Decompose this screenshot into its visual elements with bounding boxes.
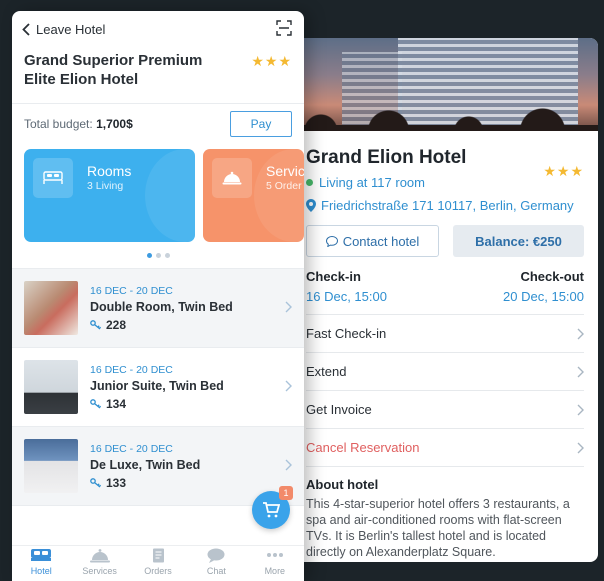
rooms-card[interactable]: Rooms 3 Living — [24, 149, 195, 242]
cart-icon — [262, 502, 280, 518]
category-carousel[interactable]: Rooms 3 Living Servic 5 Order — [12, 149, 304, 242]
checkin-value: 16 Dec, 15:00 — [306, 289, 387, 304]
chevron-right-icon — [577, 366, 584, 378]
hotel-hero-image — [290, 38, 598, 131]
chat-bubble-icon — [205, 548, 227, 563]
document-icon — [147, 548, 169, 563]
hotel-overview-panel: Leave Hotel Grand Superior Premium Elite… — [12, 11, 304, 581]
chevron-right-icon — [577, 404, 584, 416]
chevron-right-icon — [577, 442, 584, 454]
room-thumbnail — [24, 439, 78, 493]
total-budget: Total budget: 1,700$ — [24, 117, 133, 131]
leave-hotel-button[interactable]: Leave Hotel — [22, 22, 105, 37]
leave-hotel-label: Leave Hotel — [36, 21, 106, 37]
booking-dates: 16 DEC - 20 DEC — [90, 442, 173, 455]
hotel-title: Grand Superior Premium Elite Elion Hotel — [24, 52, 203, 88]
get-invoice-label: Get Invoice — [306, 402, 372, 417]
services-card[interactable]: Servic 5 Order — [203, 149, 304, 242]
cancel-reservation-item[interactable]: Cancel Reservation — [306, 429, 584, 467]
room-key-number: 134 — [106, 396, 127, 411]
total-budget-value: 1,700$ — [96, 117, 133, 131]
booking-row[interactable]: 16 DEC - 20 DEC Double Room, Twin Bed 22… — [12, 269, 304, 348]
bottom-tab-bar: Hotel Services Orders Chat More — [12, 545, 304, 581]
room-thumbnail — [24, 281, 78, 335]
hotel-detail-stars: ★★★ — [543, 163, 584, 179]
tab-hotel[interactable]: Hotel — [12, 546, 70, 581]
tab-hotel-label: Hotel — [30, 566, 52, 576]
carousel-pager[interactable] — [12, 242, 304, 268]
booking-room-name: Double Room, Twin Bed — [90, 299, 233, 314]
balance-button[interactable]: Balance: €250 — [453, 225, 584, 257]
checkin-label: Check-in — [306, 269, 361, 284]
cart-button[interactable]: 1 — [252, 486, 293, 529]
cloche-icon — [89, 548, 111, 563]
pager-dot[interactable] — [164, 252, 170, 258]
booking-list: 16 DEC - 20 DEC Double Room, Twin Bed 22… — [12, 268, 304, 506]
room-thumbnail — [24, 360, 78, 414]
hotel-detail-title: Grand Elion Hotel — [306, 147, 467, 168]
hotel-address[interactable]: Friedrichstraße 171 10117, Berlin, Germa… — [306, 198, 584, 213]
tab-more[interactable]: More — [246, 546, 304, 581]
total-budget-label: Total budget: — [24, 117, 93, 131]
pay-button[interactable]: Pay — [230, 111, 292, 137]
contact-hotel-label: Contact hotel — [342, 233, 420, 249]
status-dot-icon — [306, 179, 313, 186]
tab-chat-label: Chat — [206, 566, 226, 576]
fast-checkin-label: Fast Check-in — [306, 326, 387, 341]
cancel-reservation-label: Cancel Reservation — [306, 440, 420, 455]
chevron-left-icon — [22, 22, 30, 36]
chevron-right-icon — [285, 379, 292, 397]
hotel-address-text: Friedrichstraße 171 10117, Berlin, Germa… — [321, 198, 574, 213]
tab-services-label: Services — [82, 566, 117, 576]
room-key: 133 — [90, 476, 200, 490]
chat-bubble-icon — [325, 235, 338, 247]
room-key: 228 — [90, 318, 233, 332]
chevron-right-icon — [285, 300, 292, 318]
chevron-right-icon — [577, 328, 584, 340]
key-icon — [90, 319, 102, 330]
booking-room-name: Junior Suite, Twin Bed — [90, 378, 224, 393]
booking-room-name: De Luxe, Twin Bed — [90, 457, 201, 472]
checkout-label: Check-out — [520, 269, 584, 284]
room-key-number: 228 — [106, 317, 127, 332]
bed-icon — [33, 158, 73, 198]
checkout-value: 20 Dec, 15:00 — [503, 289, 584, 304]
living-status-text: Living at 117 room — [319, 175, 425, 190]
hotel-detail-panel: Grand Elion Hotel ★★★ Living at 117 room… — [290, 38, 598, 562]
more-dots-icon — [264, 548, 286, 563]
about-hotel-heading: About hotel — [306, 477, 379, 492]
key-icon — [90, 398, 102, 409]
contact-hotel-button[interactable]: Contact hotel — [306, 225, 439, 257]
tab-orders[interactable]: Orders — [129, 546, 187, 581]
booking-dates: 16 DEC - 20 DEC — [90, 284, 173, 297]
scan-icon[interactable] — [276, 20, 292, 41]
tab-orders-label: Orders — [144, 566, 172, 576]
get-invoice-item[interactable]: Get Invoice — [306, 391, 584, 429]
key-icon — [90, 477, 102, 488]
cart-badge: 1 — [279, 486, 293, 500]
tab-chat[interactable]: Chat — [187, 546, 245, 581]
room-key-number: 133 — [106, 475, 127, 490]
rooms-card-subtitle: 3 Living — [87, 180, 124, 192]
rooms-card-title: Rooms — [87, 163, 132, 179]
extend-item[interactable]: Extend — [306, 353, 584, 391]
location-pin-icon — [306, 199, 316, 212]
pager-dot[interactable] — [155, 252, 161, 258]
extend-label: Extend — [306, 364, 347, 379]
services-card-subtitle: 5 Order — [266, 180, 302, 192]
booking-dates: 16 DEC - 20 DEC — [90, 363, 173, 376]
chevron-right-icon — [285, 458, 292, 476]
cloche-icon — [212, 158, 252, 198]
tab-services[interactable]: Services — [70, 546, 128, 581]
tab-more-label: More — [264, 566, 286, 576]
living-status: Living at 117 room — [306, 175, 584, 190]
bed-icon — [30, 548, 52, 563]
about-hotel-text: This 4-star-superior hotel offers 3 rest… — [306, 497, 570, 559]
services-card-title: Servic — [266, 163, 304, 179]
room-key: 134 — [90, 397, 224, 411]
booking-row[interactable]: 16 DEC - 20 DEC Junior Suite, Twin Bed 1… — [12, 348, 304, 427]
fast-checkin-item[interactable]: Fast Check-in — [306, 315, 584, 353]
pager-dot-active[interactable] — [146, 252, 152, 258]
hotel-stars: ★★★ — [251, 53, 292, 69]
